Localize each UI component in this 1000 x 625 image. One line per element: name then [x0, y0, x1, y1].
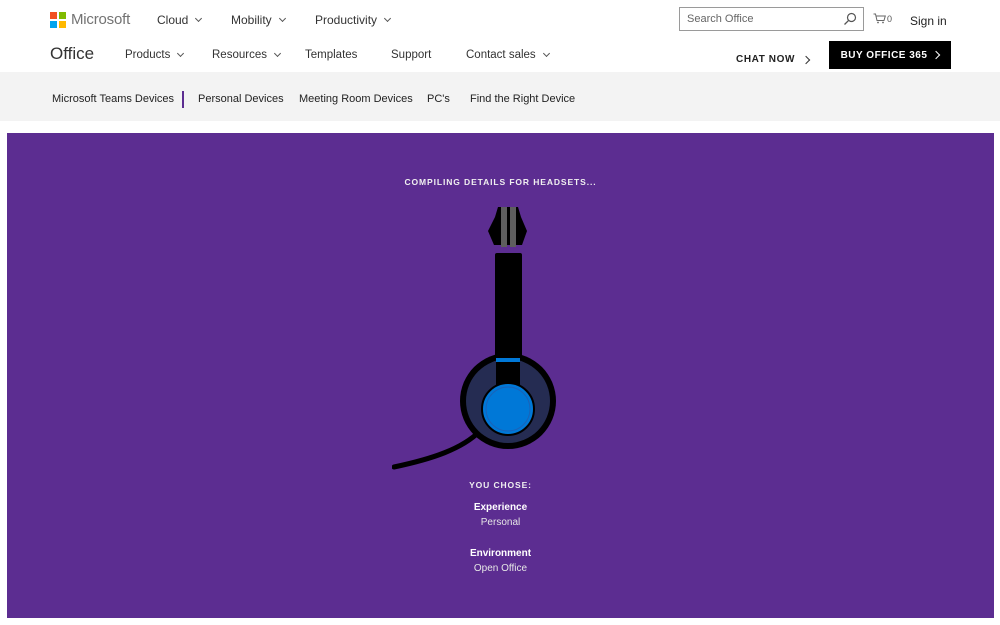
- subnav-pcs[interactable]: PC's: [427, 93, 450, 105]
- subnav-find-device[interactable]: Find the Right Device: [470, 93, 575, 105]
- nav-resources[interactable]: Resources: [212, 49, 282, 61]
- chevron-down-icon: [542, 49, 550, 57]
- office-title[interactable]: Office: [50, 44, 94, 64]
- headset-cable: [392, 428, 483, 470]
- nav-support[interactable]: Support: [391, 49, 431, 61]
- nav-productivity-label: Productivity: [315, 13, 378, 27]
- compiling-panel: COMPILING DETAILS FOR HEADSETS... YOU CH…: [7, 133, 994, 618]
- headset-top-bar-right: [510, 207, 516, 247]
- top-bar: Microsoft Cloud Mobility Productivity 0 …: [0, 0, 1000, 40]
- chevron-right-icon: [932, 50, 941, 60]
- search-icon[interactable]: [843, 12, 857, 26]
- chevron-down-icon: [195, 14, 203, 22]
- cart-count: 0: [887, 13, 893, 24]
- buy-office-button[interactable]: BUY OFFICE 365: [829, 41, 951, 69]
- chat-now-label: CHAT NOW: [736, 54, 796, 65]
- chevron-down-icon: [177, 49, 185, 57]
- nav-resources-label: Resources: [212, 49, 267, 61]
- chat-now-link[interactable]: CHAT NOW: [736, 54, 811, 65]
- headset-accent: [496, 358, 520, 362]
- chevron-down-icon: [273, 49, 282, 57]
- choice-experience-label: Experience: [473, 502, 528, 513]
- chevron-down-icon: [383, 14, 392, 22]
- brand-name: Microsoft: [71, 11, 131, 28]
- subnav-meeting-room-devices[interactable]: Meeting Room Devices: [299, 93, 413, 105]
- search-input[interactable]: [680, 8, 830, 30]
- choice-experience-value: Personal: [480, 517, 521, 528]
- microsoft-logo[interactable]: Microsoft: [50, 11, 130, 28]
- headset-top-clip: [488, 207, 527, 245]
- nav-productivity[interactable]: Productivity: [315, 13, 392, 27]
- headset-band: [495, 253, 522, 363]
- microsoft-logo-icon: [50, 11, 66, 28]
- headset-illustration: [392, 207, 556, 470]
- nav-mobility-label: Mobility: [231, 13, 272, 27]
- buy-office-label: BUY OFFICE 365: [840, 49, 928, 61]
- active-indicator: [182, 91, 184, 108]
- nav-support-label: Support: [391, 49, 432, 61]
- sign-in-link[interactable]: Sign in: [910, 14, 947, 28]
- choice-environment-value: Open Office: [473, 563, 528, 574]
- you-chose-heading: YOU CHOSE:: [469, 480, 532, 490]
- nav-templates-label: Templates: [305, 49, 358, 61]
- choice-environment-label: Environment: [469, 548, 532, 559]
- subnav-teams-devices[interactable]: Microsoft Teams Devices: [52, 93, 174, 105]
- compiling-status: COMPILING DETAILS FOR HEADSETS...: [404, 177, 597, 187]
- nav-cloud[interactable]: Cloud: [157, 13, 203, 27]
- office-bar: Office Products Resources Templates Supp…: [0, 40, 1000, 72]
- nav-contact-sales[interactable]: Contact sales: [466, 49, 550, 61]
- search-box: [679, 7, 864, 31]
- subnav-personal-devices[interactable]: Personal Devices: [198, 93, 284, 105]
- cart-icon: [873, 13, 886, 24]
- nav-templates[interactable]: Templates: [305, 49, 357, 61]
- nav-products-label: Products: [125, 49, 171, 61]
- headset-top-bar-left: [501, 207, 507, 247]
- nav-cloud-label: Cloud: [157, 13, 189, 27]
- nav-mobility[interactable]: Mobility: [231, 13, 286, 27]
- nav-products[interactable]: Products: [125, 49, 185, 61]
- cart-button[interactable]: 0: [873, 13, 892, 24]
- headset-speaker: [481, 382, 535, 436]
- chevron-down-icon: [278, 14, 286, 22]
- chevron-right-icon: [801, 55, 811, 64]
- nav-contact-sales-label: Contact sales: [466, 49, 536, 61]
- device-subnav: Microsoft Teams Devices Personal Devices…: [0, 72, 1000, 121]
